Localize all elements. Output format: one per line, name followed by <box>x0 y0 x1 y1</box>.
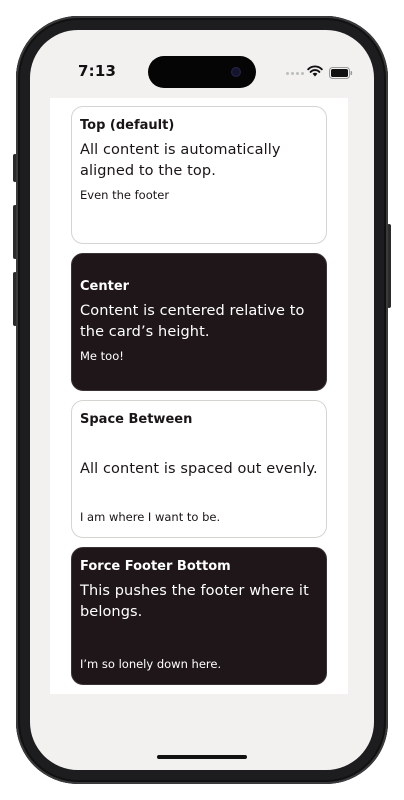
card-body: All content is automatically aligned to … <box>80 142 281 179</box>
card-body: This pushes the footer where it belongs. <box>80 583 309 620</box>
card-space-between: Space Between All content is spaced out … <box>71 400 327 538</box>
card-footer: Me too! <box>80 349 124 363</box>
card-force-footer-bottom: Force Footer Bottom This pushes the foot… <box>71 547 327 685</box>
phone-screen: 7:13 Top (default) All content is automa… <box>30 30 374 770</box>
front-camera-icon <box>231 67 241 77</box>
card-body: All content is spaced out evenly. <box>80 460 318 477</box>
wifi-icon <box>307 65 323 77</box>
card-title: Top (default) <box>80 118 175 133</box>
card-title: Force Footer Bottom <box>80 559 231 574</box>
card-title: Space Between <box>80 412 193 427</box>
home-indicator[interactable] <box>157 755 247 759</box>
status-time: 7:13 <box>78 62 117 80</box>
card-list: Top (default) All content is automatical… <box>50 98 348 694</box>
card-top-default: Top (default) All content is automatical… <box>71 106 327 244</box>
cellular-signal-icon <box>286 72 304 76</box>
card-title: Center <box>80 279 130 294</box>
card-body: Content is centered relative to the card… <box>80 303 305 340</box>
phone-frame: 7:13 Top (default) All content is automa… <box>16 16 388 784</box>
battery-icon <box>329 67 353 79</box>
card-footer: I am where I want to be. <box>80 510 221 524</box>
card-center: Center Content is centered relative to t… <box>71 253 327 391</box>
status-bar: 7:13 <box>30 30 374 90</box>
card-footer: Even the footer <box>80 188 170 202</box>
card-footer: I’m so lonely down here. <box>80 657 222 671</box>
dynamic-island <box>148 56 256 88</box>
